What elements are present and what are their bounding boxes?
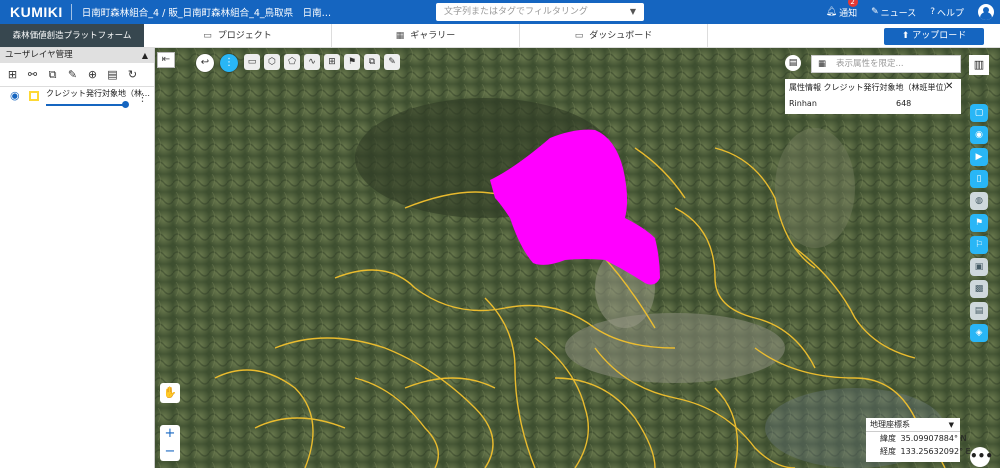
add-folder-icon[interactable]: ⊕ — [84, 68, 101, 82]
bell-icon: 🔔︎ — [825, 7, 838, 17]
layer-item[interactable]: ◉ クレジット発行対象地（林… ⋮ — [0, 87, 154, 115]
upload-button[interactable]: ⬆ アップロード — [884, 28, 984, 45]
kebab-menu-icon[interactable]: ⋮ — [137, 91, 148, 104]
flag-icon[interactable]: ⚑ — [344, 54, 360, 70]
layers-icon[interactable]: ◈ — [970, 324, 988, 342]
calendar-icon[interactable]: ▤ — [104, 68, 121, 82]
notifications-label: 通知 — [839, 8, 858, 19]
ruler-icon[interactable]: ▭ — [244, 54, 260, 70]
right-toolbar: ▢ ◉ ▶ ▯ ◍ ⚑ ⚐ ▣ ▩ ▤ ◈ — [970, 104, 990, 346]
chevron-down-icon[interactable]: ▼ — [630, 3, 636, 21]
refresh-icon[interactable]: ↻ — [124, 68, 141, 82]
select-all-icon[interactable]: ⊞ — [4, 68, 21, 82]
longitude-value: 133.25632092° E — [900, 447, 971, 456]
copy-icon[interactable]: ⧉ — [364, 54, 380, 70]
help-label: ヘルプ — [936, 8, 964, 19]
paint-icon[interactable]: ✎ — [384, 54, 400, 70]
notifications-button[interactable]: 🔔︎ 通知 2 — [825, 0, 858, 19]
tab-project-label: プロジェクト — [217, 31, 272, 41]
attribute-panel-title: 属性情報 クレジット発行対象地（林班単位） — [789, 83, 952, 92]
close-icon[interactable]: ✕ — [945, 81, 953, 92]
help-button[interactable]: ? ヘルプ — [930, 6, 964, 19]
layer-panel-header: ユーザレイヤ管理 ▲ — [0, 48, 154, 63]
monitor-icon: ▭ — [574, 31, 584, 41]
visibility-eye-icon[interactable]: ◉ — [10, 89, 20, 102]
chevron-up-icon[interactable]: ▲ — [142, 48, 148, 63]
search-placeholder: 文字列またはタグでフィルタリング — [444, 7, 588, 17]
tag-filter-search[interactable]: 文字列またはタグでフィルタリング ▼ — [436, 3, 644, 21]
undo-icon[interactable]: ↩ — [196, 54, 214, 72]
user-avatar[interactable] — [978, 4, 994, 20]
tab-dashboard-label: ダッシュボード — [589, 31, 653, 41]
camera-icon[interactable]: ◉ — [970, 126, 988, 144]
latitude-label: 緯度 — [880, 434, 896, 443]
latitude-value: 35.09907884° N — [900, 434, 967, 443]
grid-select-icon[interactable]: ⊞ — [324, 54, 340, 70]
frame-icon[interactable]: ▢ — [970, 104, 988, 122]
calendar-icon[interactable]: ▤ — [785, 55, 801, 71]
layer-opacity-slider[interactable] — [46, 101, 129, 108]
attribute-key: Rinhan — [789, 99, 817, 108]
news-button[interactable]: ✎ ニュース — [871, 6, 916, 19]
upload-icon: ⬆ — [901, 31, 913, 41]
tab-project[interactable]: ▭ プロジェクト — [144, 24, 332, 47]
layer-toolbar: ⊞ ⚯ ⧉ ✎ ⊕ ▤ ↻ — [0, 63, 154, 87]
help-icon: ? — [930, 7, 935, 17]
chevron-down-icon: ▼ — [948, 421, 954, 429]
user-layer-panel: ユーザレイヤ管理 ▲ ⊞ ⚯ ⧉ ✎ ⊕ ▤ ↻ ◉ クレジット発行対象地（林…… — [0, 48, 155, 468]
latitude-row: 緯度 35.09907884° N — [866, 432, 967, 445]
tab-gallery[interactable]: ▦ ギャラリー — [332, 24, 520, 47]
zoom-control: + − — [160, 425, 180, 461]
share-icon[interactable]: ⚯ — [24, 68, 41, 82]
layer-panel-title: ユーザレイヤ管理 — [5, 50, 73, 60]
attribute-filter-input[interactable]: ▦ 表示属性を限定... — [811, 55, 961, 73]
layer-name: クレジット発行対象地（林… — [46, 89, 150, 98]
document-icon[interactable]: ▤ — [970, 302, 988, 320]
phone-icon[interactable]: ▯ — [970, 170, 988, 188]
collapse-panel-button[interactable]: ⇤ — [157, 52, 175, 68]
layer-color-swatch[interactable] — [29, 91, 39, 101]
merge-icon[interactable]: ⧉ — [44, 68, 61, 82]
breadcrumb[interactable]: 日南町森林組合_4 / 販_日南町森林組合_4_鳥取県 日南… — [72, 5, 331, 19]
pan-hand-icon[interactable]: ✋ — [160, 383, 180, 403]
menu-dots-icon[interactable]: ⋮ — [220, 54, 238, 72]
flag-list-icon[interactable]: ⚐ — [970, 236, 988, 254]
coordinate-system-select[interactable]: 地理座標系 ▼ — [866, 418, 960, 432]
calendar-small-icon: ▦ — [818, 59, 827, 69]
app-logo[interactable]: KUMIKI — [0, 4, 72, 20]
attribute-filter-placeholder: 表示属性を限定... — [836, 59, 904, 69]
globe-icon[interactable]: ◍ — [970, 192, 988, 210]
video-icon[interactable]: ▶ — [970, 148, 988, 166]
attribute-panel: 属性情報 クレジット発行対象地（林班単位） ✕ Rinhan 648 — [785, 79, 961, 114]
map-toolbar: ↩ ⋮ ▭ ⬡ ⬠ ∿ ⊞ ⚑ ⧉ ✎ — [196, 54, 404, 72]
texture-icon[interactable]: ▩ — [970, 280, 988, 298]
tab-dashboard[interactable]: ▭ ダッシュボード — [520, 24, 708, 47]
folder-icon: ▭ — [203, 31, 212, 41]
polygon-area-icon[interactable]: ⬡ — [264, 54, 280, 70]
zoom-out-button[interactable]: − — [160, 443, 180, 461]
coordinate-display: 地理座標系 ▼ 緯度 35.09907884° N 経度 133.2563209… — [866, 418, 971, 462]
edit-layer-icon[interactable]: ✎ — [64, 68, 81, 82]
pentagon-icon[interactable]: ⬠ — [284, 54, 300, 70]
chart-line-icon[interactable]: ∿ — [304, 54, 320, 70]
upload-label: アップロード — [912, 31, 967, 41]
platform-title[interactable]: 森林価値創造プラットフォーム — [0, 24, 144, 47]
attribute-value: 648 — [896, 99, 912, 108]
grid-icon: ▦ — [395, 31, 405, 41]
zoom-in-button[interactable]: + — [160, 425, 180, 443]
tab-gallery-label: ギャラリー — [410, 31, 456, 41]
notification-count-badge: 2 — [847, 0, 858, 7]
news-label: ニュース — [880, 8, 917, 19]
coordinate-system-label: 地理座標系 — [870, 420, 910, 429]
longitude-label: 経度 — [880, 447, 896, 456]
main-nav: 森林価値創造プラットフォーム ▭ プロジェクト ▦ ギャラリー ▭ ダッシュボード ⬆… — [0, 24, 1000, 48]
book-map-icon[interactable]: ▥ — [969, 55, 989, 75]
news-icon: ✎ — [871, 7, 879, 17]
header-actions: 🔔︎ 通知 2 ✎ ニュース ? ヘルプ — [826, 0, 1000, 24]
more-options-icon[interactable]: ••• — [970, 447, 993, 467]
top-bar: KUMIKI 日南町森林組合_4 / 販_日南町森林組合_4_鳥取県 日南… 文… — [0, 0, 1000, 24]
bookmark-icon[interactable]: ⚑ — [970, 214, 988, 232]
longitude-row: 経度 133.25632092° E — [866, 445, 971, 458]
image-icon[interactable]: ▣ — [970, 258, 988, 276]
